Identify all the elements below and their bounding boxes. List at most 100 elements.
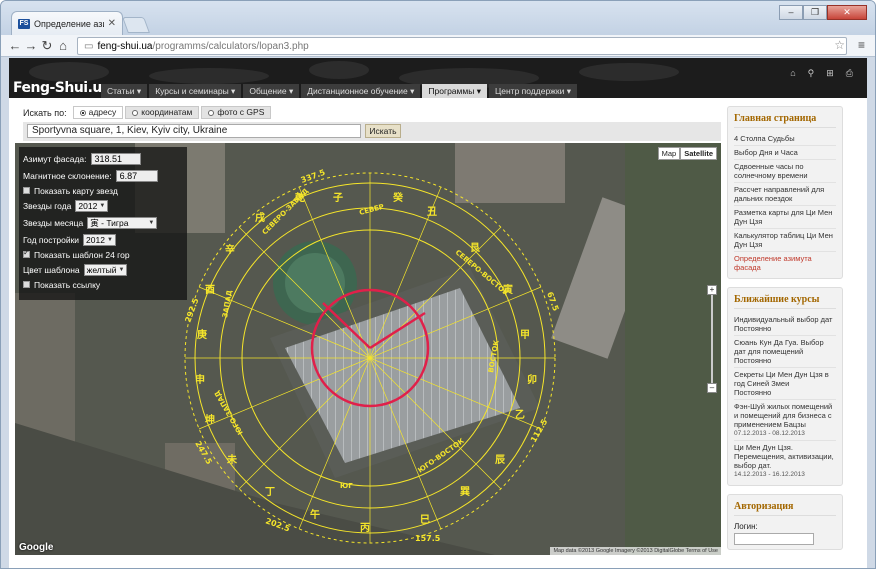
declination-row: Магнитное склонение: 6.87 (23, 167, 183, 184)
map-type-map-button[interactable]: Map (657, 147, 681, 160)
map-type-satellite-button[interactable]: Satellite (680, 147, 717, 160)
sidebar-link[interactable]: Рассчет направлений для дальних поездок (734, 183, 836, 206)
restore-button[interactable]: ❐ (803, 5, 827, 20)
svg-text:未: 未 (226, 453, 237, 466)
zoom-out-button[interactable]: – (707, 383, 717, 393)
search-by-label: Искать по: (23, 107, 67, 118)
course-item[interactable]: Фэн-Шуй жилых помещений и помещений для … (734, 400, 836, 441)
url-path: /programms/calculators/lopan3.php (152, 40, 309, 52)
courses-box: Ближайшие курсы Индивидуальный выбор дат… (727, 287, 843, 486)
home-icon[interactable]: ⌂ (55, 38, 71, 53)
svg-text:癸: 癸 (392, 191, 404, 204)
address-bar[interactable]: ▭ feng-shui.ua /programms/calculators/lo… (77, 37, 847, 55)
tab-by-address[interactable]: адресу (72, 106, 124, 119)
azimuth-input[interactable]: 318.51 (90, 152, 141, 165)
main-page-box: Главная страница 4 Столпа Судьбы Выбор Д… (727, 106, 843, 279)
chevron-down-icon: ▼ (118, 266, 125, 273)
build-year-select[interactable]: 2012 ▼ (83, 233, 116, 246)
show-stars-label: Показать карту звезд (34, 185, 118, 196)
sidebar-link[interactable]: 4 Столпа Судьбы (734, 132, 836, 146)
zoom-slider[interactable] (711, 295, 713, 383)
show-link-checkbox[interactable] (23, 281, 30, 288)
svg-text:丑: 丑 (427, 206, 437, 218)
template-color-label: Цвет шаблона (23, 264, 80, 275)
sitemap-icon[interactable]: ⊞ (826, 68, 834, 79)
nav-item-articles[interactable]: Статьи ▾ (101, 84, 148, 98)
course-item[interactable]: Ци Мен Дун Цзя. Перемещения, активизации… (734, 441, 836, 481)
show-24-checkbox[interactable] (23, 248, 30, 258)
course-item[interactable]: Секреты Ци Мен Дун Цзя в год Синей Змеи П… (734, 368, 836, 400)
minimize-button[interactable]: – (779, 5, 803, 20)
browser-menu-icon[interactable]: ≡ (858, 38, 865, 52)
search-icon[interactable]: ⚲ (808, 68, 815, 79)
course-item[interactable]: Сюань Кун Да Гуа. Выбор дат для помещени… (734, 336, 836, 368)
sidebar-link[interactable]: Разметка карты для Ци Мен Дун Цзя (734, 206, 836, 229)
nav-item-community[interactable]: Общение ▾ (243, 84, 300, 98)
home-icon[interactable]: ⌂ (790, 68, 795, 79)
show-24-label: Показать шаблон 24 гор (34, 249, 130, 260)
course-item[interactable]: Индивидуальный выбор дат Постоянно (734, 313, 836, 336)
chevron-down-icon: ▼ (106, 236, 113, 243)
google-logo: Google (19, 542, 54, 553)
sidebar-link[interactable]: Сдвоенные часы по солнечному времени (734, 160, 836, 183)
url-host: feng-shui.ua (97, 40, 153, 52)
svg-text:丙: 丙 (360, 522, 370, 534)
sidebar: Главная страница 4 Столпа Судьбы Выбор Д… (727, 106, 843, 558)
radio-icon (132, 109, 139, 116)
nav-item-courses[interactable]: Курсы и семинары ▾ (149, 84, 242, 98)
build-year-row: Год постройки 2012 ▼ (23, 231, 183, 248)
tab-by-gps-photo[interactable]: фото с GPS (201, 106, 272, 119)
web-page: Feng-Shui.ua Статьи ▾ Курсы и семинары ▾… (9, 58, 867, 568)
auth-box: Авторизация Логин: (727, 494, 843, 550)
declination-label: Магнитное склонение: (23, 170, 112, 181)
nav-item-distance-learning[interactable]: Дистанционное обучение ▾ (301, 84, 421, 98)
browser-toolbar: ← → ↻ ⌂ ▭ feng-shui.ua /programms/calcul… (1, 35, 875, 57)
azimuth-row: Азимут фасада: 318.51 (23, 150, 183, 167)
zoom-in-button[interactable]: + (707, 285, 717, 295)
bookmark-star-icon[interactable]: ☆ (834, 38, 845, 52)
sidebar-link-current[interactable]: Определение азимута фасада (734, 252, 836, 274)
address-input[interactable]: Sportyvna square, 1, Kiev, Kyiv city, Uk… (27, 124, 361, 138)
tab-by-coordinates[interactable]: координатам (125, 106, 200, 119)
month-stars-select[interactable]: 寅 - Тигра ▼ (87, 216, 158, 229)
declination-input[interactable]: 6.87 (115, 169, 158, 182)
tab-title: Определение азимута ф (34, 18, 104, 29)
svg-text:酉: 酉 (205, 284, 215, 296)
nav-item-programs[interactable]: Программы ▾ (422, 84, 487, 98)
browser-tab[interactable]: FS Определение азимута ф ✕ (11, 11, 123, 35)
new-tab-button[interactable] (122, 17, 150, 33)
forward-arrow-icon[interactable]: → (23, 38, 39, 53)
find-button[interactable]: Искать (365, 124, 401, 138)
template-color-row: Цвет шаблона желтый ▼ (23, 261, 183, 278)
search-mode-row: Искать по: адресу координатам фото с GPS (23, 106, 272, 119)
year-stars-select[interactable]: 2012 ▼ (75, 199, 109, 212)
show-stars-checkbox[interactable] (23, 187, 30, 194)
lopan-template (184, 172, 556, 544)
sidebar-link[interactable]: Калькулятор таблиц Ци Мен Дун Цзя (734, 229, 836, 252)
map-credits[interactable]: Map data ©2013 Google Imagery ©2013 Digi… (550, 547, 721, 555)
reload-icon[interactable]: ↻ (39, 38, 55, 54)
tab-close-icon[interactable]: ✕ (108, 18, 116, 29)
back-arrow-icon[interactable]: ← (7, 38, 23, 53)
login-input[interactable] (734, 533, 814, 545)
main-page-heading[interactable]: Главная страница (734, 113, 836, 128)
satellite-map[interactable]: СЕВЕР СЕВЕРО-ЗАПАД ЗАПАД ЮГО-ЗАПАД ЮГ ЮГ… (15, 143, 721, 555)
template-color-select[interactable]: желтый ▼ (83, 263, 128, 276)
close-window-button[interactable]: ✕ (827, 5, 867, 20)
svg-text:申: 申 (195, 373, 205, 386)
print-icon[interactable]: ⎙ (846, 68, 853, 79)
sidebar-link[interactable]: Выбор Дня и Часа (734, 146, 836, 160)
map-type-control: Map Satellite (657, 147, 717, 160)
svg-text:坤: 坤 (205, 413, 215, 426)
login-label: Логин: (734, 522, 758, 531)
browser-window: FS Определение азимута ф ✕ – ❐ ✕ ← → ↻ ⌂… (0, 0, 876, 569)
nav-item-support[interactable]: Центр поддержки ▾ (488, 84, 577, 98)
facade-controls-panel: Азимут фасада: 318.51 Магнитное склонени… (19, 147, 187, 300)
search-tabs: адресу координатам фото с GPS (72, 106, 272, 119)
year-stars-row: Звезды года 2012 ▼ (23, 197, 183, 214)
month-stars-row: Звезды месяца 寅 - Тигра ▼ (23, 214, 183, 231)
site-favicon-icon: FS (18, 18, 30, 29)
svg-text:午: 午 (310, 508, 320, 521)
svg-text:子: 子 (333, 192, 343, 204)
site-logo[interactable]: Feng-Shui.ua (13, 80, 111, 96)
